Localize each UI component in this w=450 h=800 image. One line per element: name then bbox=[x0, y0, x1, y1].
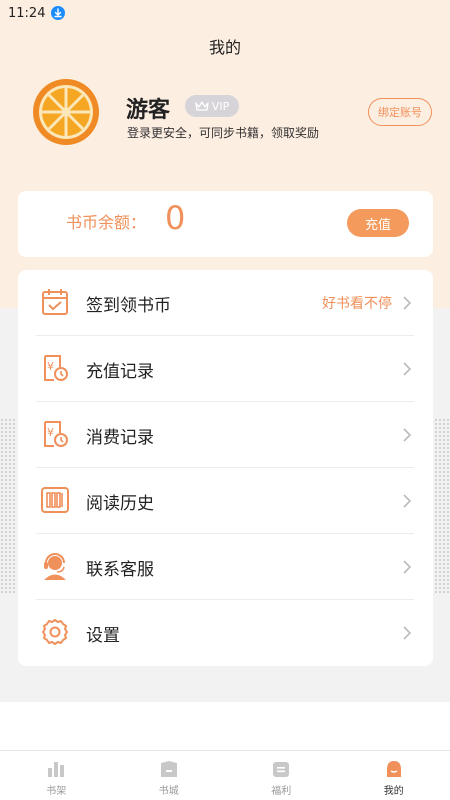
download-icon bbox=[51, 6, 66, 20]
tab-label: 书城 bbox=[158, 786, 179, 797]
bookstore-icon bbox=[160, 761, 177, 777]
menu-item-label: 消费记录 bbox=[86, 428, 154, 448]
vip-label: VIP bbox=[211, 99, 230, 113]
username: 游客 bbox=[126, 98, 171, 123]
menu-item-label: 联系客服 bbox=[86, 560, 154, 580]
tab-bar: 书架 书城 福利 我的 bbox=[0, 750, 450, 800]
vip-badge[interactable]: VIP bbox=[185, 95, 239, 117]
bookshelf-icon bbox=[48, 762, 65, 777]
bind-account-button[interactable]: 绑定账号 bbox=[368, 98, 432, 126]
login-tip: 登录更安全，可同步书籍，领取奖励 bbox=[127, 126, 320, 140]
decorative-dots-right bbox=[434, 418, 450, 594]
balance-label: 书币余额： bbox=[66, 213, 147, 232]
page-title: 我的 bbox=[208, 38, 241, 57]
balance-value: 0 bbox=[165, 199, 186, 237]
consume-record-icon: ¥ bbox=[40, 419, 70, 449]
gear-icon bbox=[40, 617, 70, 647]
tab-bookshelf[interactable]: 书架 bbox=[0, 751, 113, 800]
menu-item-extra: 好书看不停 bbox=[322, 296, 392, 312]
menu-item-label: 签到领书币 bbox=[86, 296, 171, 316]
chevron-right-icon bbox=[403, 428, 412, 442]
menu-item-recharge-record[interactable]: ¥ 充值记录 bbox=[36, 336, 414, 402]
recharge-button[interactable]: 充值 bbox=[347, 209, 409, 237]
status-time: 11:24 bbox=[8, 5, 46, 21]
decorative-dots-left bbox=[0, 418, 16, 594]
menu-item-label: 充值记录 bbox=[86, 362, 154, 382]
tab-label: 书架 bbox=[46, 786, 67, 797]
menu-item-label: 设置 bbox=[86, 626, 120, 646]
menu-card: 签到领书币 好书看不停 ¥ 充值记录 ¥ 消费记录 阅读历史 联系客服 设置 bbox=[18, 270, 433, 666]
orange-avatar-icon bbox=[33, 79, 99, 145]
chevron-right-icon bbox=[403, 560, 412, 574]
tab-profile[interactable]: 我的 bbox=[338, 751, 450, 800]
menu-item-label: 阅读历史 bbox=[86, 494, 154, 514]
chevron-right-icon bbox=[403, 626, 412, 640]
chevron-right-icon bbox=[403, 362, 412, 376]
tab-welfare[interactable]: 福利 bbox=[225, 751, 338, 800]
svg-text:¥: ¥ bbox=[47, 426, 54, 439]
menu-item-consume-record[interactable]: ¥ 消费记录 bbox=[36, 402, 414, 468]
menu-item-customer-service[interactable]: 联系客服 bbox=[36, 534, 414, 600]
status-bar: 11:24 bbox=[0, 0, 450, 26]
menu-item-checkin[interactable]: 签到领书币 好书看不停 bbox=[36, 270, 414, 336]
reading-history-icon bbox=[40, 485, 70, 515]
tab-label: 我的 bbox=[383, 786, 404, 797]
tab-label: 福利 bbox=[271, 786, 292, 797]
chevron-right-icon bbox=[403, 494, 412, 508]
welfare-icon bbox=[273, 762, 290, 777]
menu-item-settings[interactable]: 设置 bbox=[36, 600, 414, 666]
svg-text:¥: ¥ bbox=[47, 360, 54, 373]
calendar-check-icon bbox=[40, 287, 70, 317]
profile-icon bbox=[386, 761, 401, 777]
crown-icon bbox=[195, 101, 209, 111]
recharge-record-icon: ¥ bbox=[40, 353, 70, 383]
customer-service-icon bbox=[40, 551, 70, 581]
tab-bookstore[interactable]: 书城 bbox=[113, 751, 226, 800]
bottom-spacer bbox=[0, 702, 450, 750]
menu-item-reading-history[interactable]: 阅读历史 bbox=[36, 468, 414, 534]
avatar[interactable] bbox=[32, 78, 100, 146]
chevron-right-icon bbox=[403, 296, 412, 310]
balance-card: 书币余额： 0 充值 bbox=[18, 191, 433, 257]
